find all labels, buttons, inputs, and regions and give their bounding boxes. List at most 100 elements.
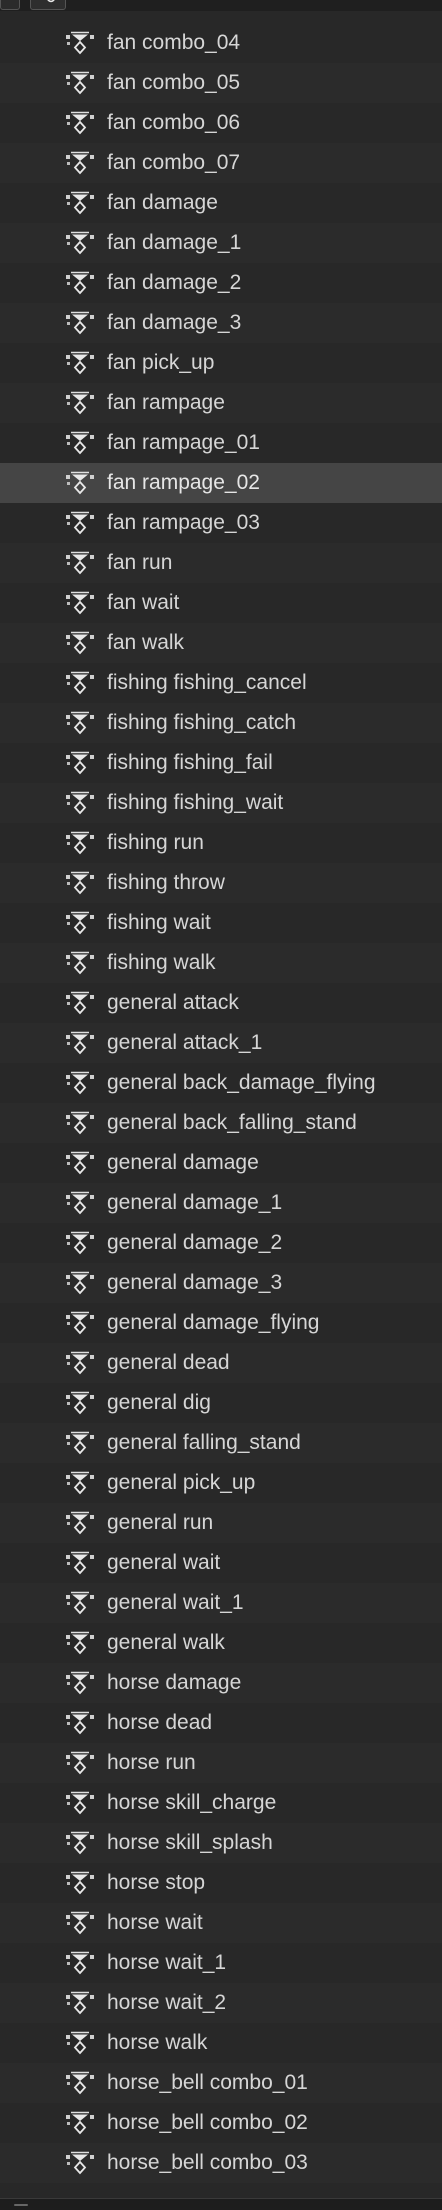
list-item[interactable]: horse dead (0, 1703, 442, 1743)
list-item[interactable]: general damage_flying (0, 1303, 442, 1343)
list-item[interactable]: fan wait (0, 583, 442, 623)
list-item[interactable]: horse_bell combo_03 (0, 2143, 442, 2183)
list-item[interactable]: fishing fishing_catch (0, 703, 442, 743)
list-item-label: fishing fishing_catch (107, 711, 297, 734)
action-icon (63, 1471, 97, 1495)
list-item[interactable]: general attack_1 (0, 1023, 442, 1063)
list-item-label: general wait_1 (107, 1591, 244, 1614)
list-item-label: general damage_flying (107, 1311, 320, 1334)
list-item-label: horse walk (107, 2031, 208, 2054)
list-item[interactable]: fishing run (0, 823, 442, 863)
list-item[interactable]: general dead (0, 1343, 442, 1383)
list-item[interactable]: general damage_2 (0, 1223, 442, 1263)
list-item[interactable]: fan rampage_01 (0, 423, 442, 463)
list-item[interactable]: general dig (0, 1383, 442, 1423)
list-item-label: fan damage_3 (107, 311, 242, 334)
action-icon (63, 511, 97, 535)
filter-button[interactable] (30, 0, 66, 10)
list-item[interactable]: fan damage (0, 183, 442, 223)
list-item-label: horse stop (107, 1871, 206, 1894)
action-icon (63, 1191, 97, 1215)
list-item-label: general damage (107, 1151, 259, 1174)
list-item[interactable]: general damage_1 (0, 1183, 442, 1223)
list-item-label: horse_bell combo_01 (107, 2071, 308, 2094)
action-icon (63, 1711, 97, 1735)
list-item[interactable]: general damage (0, 1143, 442, 1183)
list-item[interactable]: horse walk (0, 2023, 442, 2063)
list-item-label: horse skill_splash (107, 1831, 273, 1854)
action-icon (63, 1271, 97, 1295)
list-item[interactable]: fan walk (0, 623, 442, 663)
list-item[interactable]: general damage_3 (0, 1263, 442, 1303)
list-item[interactable]: fishing wait (0, 903, 442, 943)
list-item[interactable]: fan damage_1 (0, 223, 442, 263)
list-item[interactable]: general attack (0, 983, 442, 1023)
list-item[interactable]: fishing walk (0, 943, 442, 983)
list-item[interactable]: general walk (0, 1623, 442, 1663)
list-item[interactable]: horse damage (0, 1663, 442, 1703)
list-item[interactable]: fan damage_2 (0, 263, 442, 303)
list-item[interactable]: fishing fishing_wait (0, 783, 442, 823)
list-item[interactable]: horse wait (0, 1903, 442, 1943)
list-item[interactable]: general wait_1 (0, 1583, 442, 1623)
list-item-label: general run (107, 1511, 214, 1534)
action-icon (63, 311, 97, 335)
list-item-label: general back_falling_stand (107, 1111, 357, 1134)
action-icon (63, 911, 97, 935)
list-item-label: general attack_1 (107, 1031, 263, 1054)
list-item-label: horse wait_1 (107, 1951, 227, 1974)
list-item-label: general falling_stand (107, 1431, 301, 1454)
list-item[interactable]: horse wait_2 (0, 1983, 442, 2023)
list-item-label: fan pick_up (107, 351, 215, 374)
action-icon (63, 71, 97, 95)
list-item-label: fan run (107, 551, 173, 574)
list-item[interactable]: fan damage_3 (0, 303, 442, 343)
action-icon (63, 1511, 97, 1535)
list-item[interactable]: general falling_stand (0, 1423, 442, 1463)
list-item[interactable]: fan rampage (0, 383, 442, 423)
action-icon (63, 1111, 97, 1135)
list-item[interactable]: fan pick_up (0, 343, 442, 383)
list-item[interactable]: fan rampage_02 (0, 463, 442, 503)
list-item[interactable]: fishing throw (0, 863, 442, 903)
list-item-label: general pick_up (107, 1471, 256, 1494)
list-item[interactable]: horse run (0, 1743, 442, 1783)
list-item[interactable]: horse stop (0, 1863, 442, 1903)
list-item[interactable]: fan rampage_03 (0, 503, 442, 543)
action-icon (63, 1231, 97, 1255)
list-item[interactable]: general pick_up (0, 1463, 442, 1503)
list-item-label: fishing wait (107, 911, 211, 934)
horizontal-scrollbar[interactable] (0, 2198, 442, 2210)
action-icon (63, 831, 97, 855)
list-item[interactable]: fan combo_07 (0, 143, 442, 183)
list-item[interactable]: fan combo_05 (0, 63, 442, 103)
list-item[interactable]: fan combo_04 (0, 23, 442, 63)
action-icon (63, 871, 97, 895)
action-icon (63, 1751, 97, 1775)
list-item[interactable]: general back_falling_stand (0, 1103, 442, 1143)
list-item[interactable]: horse wait_1 (0, 1943, 442, 1983)
list-item-label: fan rampage_03 (107, 511, 260, 534)
list-item[interactable]: general back_damage_flying (0, 1063, 442, 1103)
toolbar-left-button[interactable] (0, 0, 20, 10)
action-icon (63, 1431, 97, 1455)
list-item[interactable]: fishing fishing_cancel (0, 663, 442, 703)
list-item-label: fan rampage_01 (107, 431, 260, 454)
list-item[interactable]: horse skill_splash (0, 1823, 442, 1863)
action-icon (63, 991, 97, 1015)
list-item[interactable]: horse skill_charge (0, 1783, 442, 1823)
list-item[interactable]: general run (0, 1503, 442, 1543)
action-icon (63, 1631, 97, 1655)
list-item-label: fishing fishing_wait (107, 791, 284, 814)
list-item[interactable]: horse_bell combo_01 (0, 2063, 442, 2103)
list-item-label: general dig (107, 1391, 211, 1414)
list-item[interactable]: fan combo_06 (0, 103, 442, 143)
list-item[interactable]: fishing fishing_fail (0, 743, 442, 783)
scroll-handle[interactable] (14, 2204, 28, 2206)
list-item-label: general attack (107, 991, 239, 1014)
action-icon (63, 1791, 97, 1815)
list-item[interactable]: horse_bell combo_02 (0, 2103, 442, 2143)
list-item[interactable]: fan run (0, 543, 442, 583)
list-item[interactable]: general wait (0, 1543, 442, 1583)
list-item-label: fishing walk (107, 951, 216, 974)
